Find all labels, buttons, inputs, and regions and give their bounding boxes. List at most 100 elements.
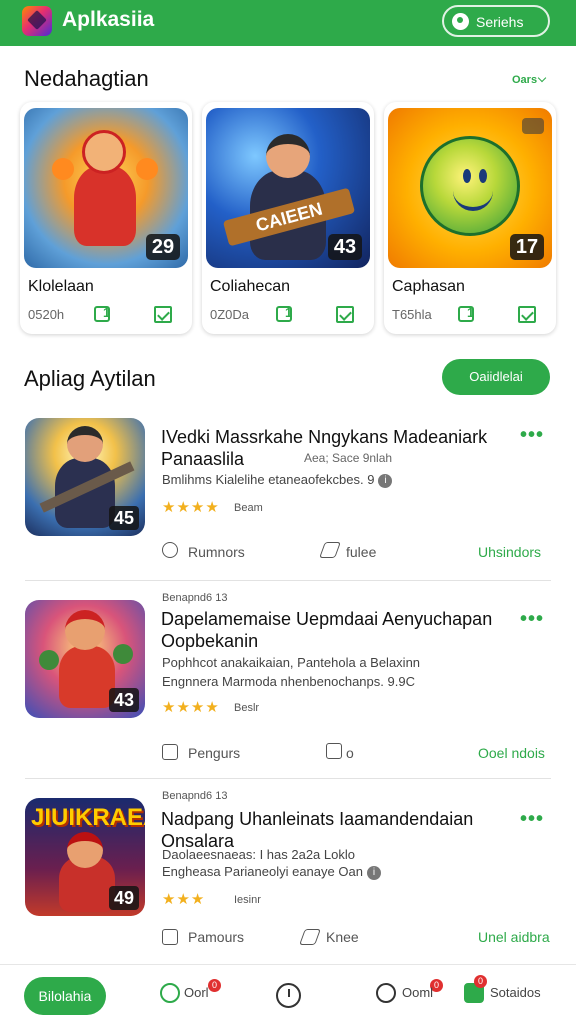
list-item-2-icon: 43: [25, 600, 145, 718]
star-icon: ★: [162, 499, 177, 516]
list-item-3-action-3[interactable]: Unel aidbra: [478, 929, 550, 945]
list-item-3-icon: JIUIKRAEA 49: [25, 798, 145, 916]
search-icon: [452, 13, 469, 30]
list-item-1-desc: Bmlihms Kialelihe etaneaofekcbes. 9i: [162, 472, 393, 488]
info-icon[interactable]: i: [366, 865, 381, 880]
featured-card-3-name: Caphasan: [392, 278, 465, 295]
share-icon[interactable]: [162, 542, 178, 558]
list-item-3-title: Nadpang Uhanleinats Iaamandendaian Onsal…: [161, 809, 474, 851]
list-item-1-rating: Beam: [234, 502, 263, 514]
featured-card-2-badge: 43: [328, 234, 362, 260]
star-icon: ★: [190, 891, 206, 908]
nav-badge-1: 0: [208, 979, 221, 992]
list-item-3-badge: 49: [109, 886, 139, 910]
checkbox-icon[interactable]: [518, 306, 536, 323]
list-item-1-action-2[interactable]: fulee: [346, 544, 376, 560]
app-logo[interactable]: [22, 6, 52, 36]
featured-card-1[interactable]: 29 Klolelaan 0520h: [20, 102, 192, 334]
list-item-1-action-3[interactable]: Uhsindors: [478, 544, 541, 560]
list-item-1-action-1[interactable]: Rumnors: [188, 544, 245, 560]
like-icon[interactable]: [326, 743, 342, 759]
list-item-1-desc-text: Bmlihms Kialelihe etaneaofekcbes. 9: [162, 472, 375, 487]
list-item-3-rating: Iesinr: [234, 894, 261, 906]
app-title: Aplkasiia: [62, 8, 155, 31]
featured-card-2-art: CAIEEN 43: [206, 108, 370, 268]
star-icon: ★: [176, 499, 191, 516]
list-item-3-desc-2-text: Engheasa Parianeolyi eanaye Oan: [162, 864, 363, 879]
list-item-1-badge: 45: [109, 506, 139, 530]
list-item-1-title-tail: Aea; Sace 9nlah: [304, 451, 393, 465]
star-icon: ★: [162, 891, 177, 908]
star-icon: ★: [205, 499, 220, 516]
edit-icon[interactable]: [319, 542, 341, 558]
featured-card-1-meta: 0520h: [28, 307, 65, 322]
divider: [25, 778, 551, 779]
rating-stars: ★★★★: [162, 698, 220, 716]
list-section-title: Apliag Aytilan: [24, 366, 156, 391]
clock-icon[interactable]: [276, 983, 301, 1008]
list-item-2-desc-2: Engnnera Marmoda nhenbenochanps. 9.9C: [162, 674, 415, 689]
star-icon: ★: [162, 699, 177, 716]
list-item-3-action-2[interactable]: Knee: [326, 929, 359, 945]
list-item-3-action-1[interactable]: Pamours: [188, 929, 244, 945]
featured-card-3-meta: T65hla: [392, 307, 432, 322]
rating-stars: ★★★: [162, 890, 205, 908]
list-item-1-icon: 45: [25, 418, 145, 536]
top-app-bar: Aplkasiia Seriehs: [0, 0, 576, 46]
list-item-2-rating: Beslr: [234, 702, 260, 714]
list-item-2-badge: 43: [109, 688, 139, 712]
list-item-2-desc-1: Pophhcot anakaikaian, Pantehola a Belaxi…: [162, 655, 421, 670]
checkbox-icon[interactable]: [154, 306, 172, 323]
nav-item-3[interactable]: Ooml: [402, 985, 433, 1000]
smiley-icon: [420, 136, 520, 236]
chevron-down-icon: [537, 73, 547, 83]
more-options-icon[interactable]: •••: [520, 608, 544, 631]
list-item-2-action-3[interactable]: Ooel ndois: [478, 745, 545, 761]
info-icon[interactable]: i: [378, 473, 393, 488]
trophy-icon: [458, 305, 474, 322]
featured-card-3-art: 17: [388, 108, 552, 268]
rating-stars: ★★★★: [162, 498, 220, 516]
nav-item-4[interactable]: Sotaidos: [490, 985, 541, 1000]
list-item-3-desc-1: Daolaeesnaeas: I has 2a2a Loklo: [162, 847, 355, 862]
featured-card-3-badge: 17: [510, 234, 544, 260]
list-item-2-title: Dapelamemaise Uepmdaai Aenyuchapan Oopbe…: [161, 609, 493, 651]
heart-icon[interactable]: [376, 983, 396, 1003]
trophy-icon: [276, 305, 292, 322]
nav-home-button[interactable]: Bilolahia: [24, 977, 106, 1015]
pin-icon[interactable]: [522, 118, 544, 134]
featured-card-2-meta: 0Z0Da: [210, 307, 250, 322]
list-item-2-action-2[interactable]: o: [346, 745, 354, 761]
star-icon: ★: [190, 699, 206, 716]
divider: [25, 580, 551, 581]
nav-item-1[interactable]: Oorl: [184, 985, 209, 1000]
star-icon: ★: [205, 699, 220, 716]
trophy-icon: [94, 305, 110, 322]
list-item-2-action-1[interactable]: Pengurs: [188, 745, 240, 761]
featured-card-2[interactable]: CAIEEN 43 Coliahecan 0Z0Da: [202, 102, 374, 334]
list-item-3-desc-2: Engheasa Parianeolyi eanaye Oan i: [162, 864, 381, 880]
list-item-3-art-text: JIUIKRAEA: [31, 804, 145, 831]
star-icon: ★: [176, 699, 191, 716]
featured-card-1-art: 29: [24, 108, 188, 268]
bottom-navigation: Bilolahia 0 Oorl 0 Ooml 0 Sotaidos: [0, 964, 576, 1024]
calendar-icon[interactable]: [162, 929, 178, 945]
list-action-button[interactable]: Oaiidlelai: [442, 359, 550, 395]
list-item-3-kicker: Benapnd6 13: [162, 790, 228, 802]
comment-icon[interactable]: [162, 744, 178, 760]
search-button-label: Seriehs: [476, 14, 524, 30]
list-item-2-kicker: Benapnd6 13: [162, 592, 228, 604]
bell-icon[interactable]: [160, 983, 180, 1003]
star-icon: ★: [190, 499, 206, 516]
edit-icon[interactable]: [299, 929, 321, 945]
featured-card-2-name: Coliahecan: [210, 278, 291, 295]
more-options-icon[interactable]: •••: [520, 808, 544, 831]
featured-more-link[interactable]: Oars: [512, 73, 547, 86]
featured-section-title: Nedahagtian: [24, 66, 149, 91]
featured-card-3[interactable]: 17 Caphasan T65hla: [384, 102, 556, 334]
search-button[interactable]: Seriehs: [442, 5, 550, 37]
star-icon: ★: [176, 891, 191, 908]
more-options-icon[interactable]: •••: [520, 424, 544, 447]
featured-card-1-name: Klolelaan: [28, 278, 94, 295]
checkbox-icon[interactable]: [336, 306, 354, 323]
